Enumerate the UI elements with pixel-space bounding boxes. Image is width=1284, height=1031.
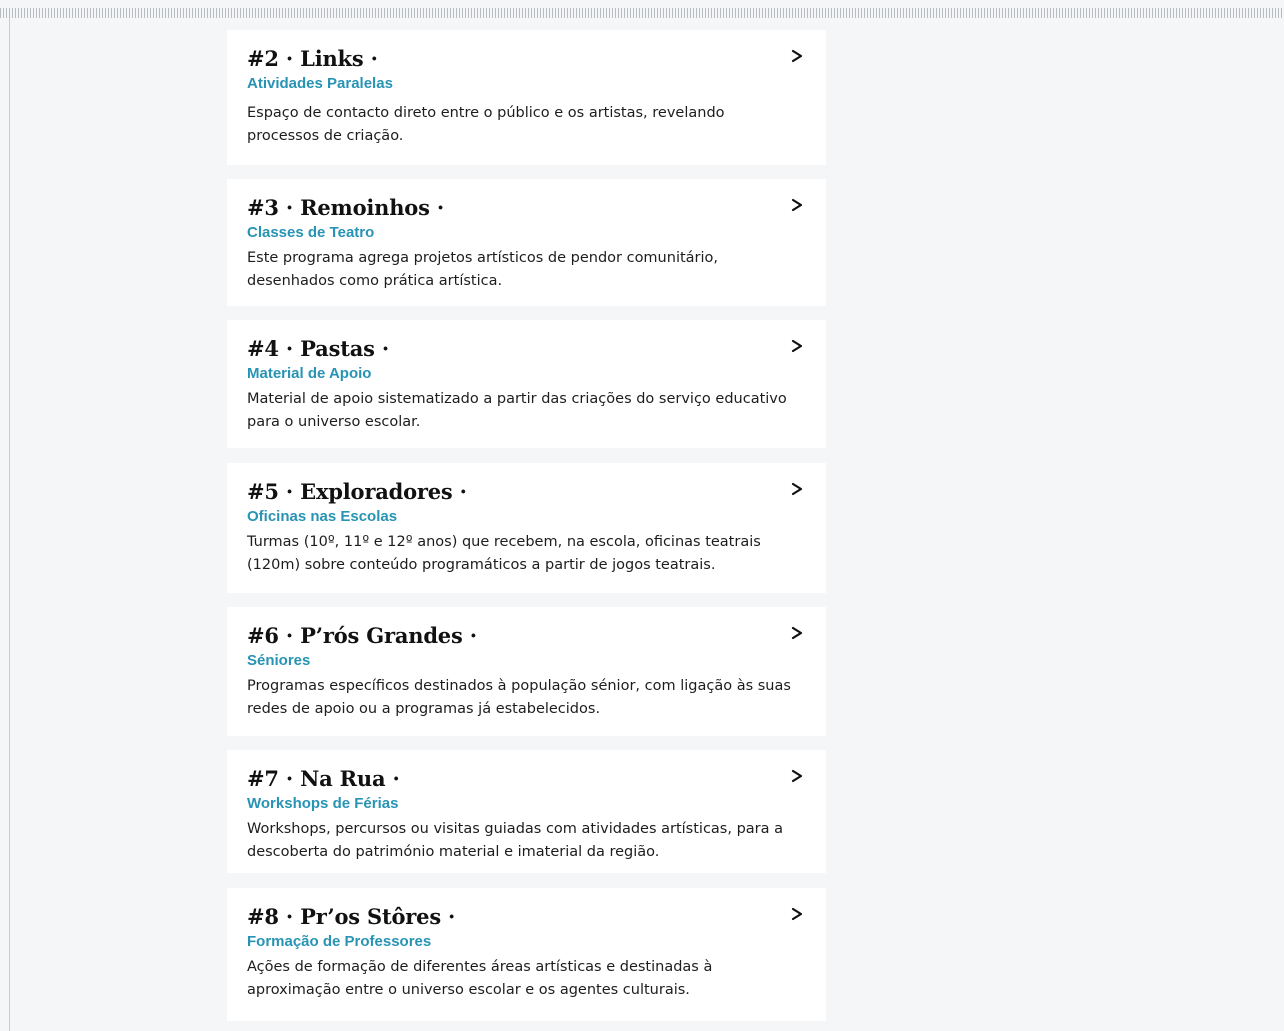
- program-card-list: #2 · Links · Atividades Paralelas Espaço…: [227, 0, 826, 1031]
- card-description: Turmas (10º, 11º e 12º anos) que recebem…: [247, 534, 761, 573]
- card-subtitle: Workshops de Férias: [247, 795, 399, 812]
- card-subtitle: Séniores: [247, 652, 311, 669]
- program-card-remoinhos[interactable]: #3 · Remoinhos · Classes de Teatro Este …: [227, 179, 826, 306]
- chevron-right-icon[interactable]: [790, 625, 804, 641]
- card-title: #6 · P’rós Grandes ·: [247, 623, 477, 648]
- program-card-links[interactable]: #2 · Links · Atividades Paralelas Espaço…: [227, 30, 826, 165]
- card-title: #7 · Na Rua ·: [247, 766, 400, 791]
- card-title: #2 · Links ·: [247, 46, 378, 71]
- program-card-na-rua[interactable]: #7 · Na Rua · Workshops de Férias Worksh…: [227, 750, 826, 873]
- card-description: Ações de formação de diferentes áreas ar…: [247, 959, 713, 998]
- card-description: Programas específicos destinados à popul…: [247, 678, 791, 717]
- card-subtitle: Oficinas nas Escolas: [247, 508, 398, 525]
- card-description: Espaço de contacto direto entre o públic…: [247, 105, 725, 144]
- card-title: #3 · Remoinhos ·: [247, 195, 444, 220]
- program-card-exploradores[interactable]: #5 · Exploradores · Oficinas nas Escolas…: [227, 463, 826, 593]
- card-subtitle: Classes de Teatro: [247, 224, 375, 241]
- program-card-pros-grandes[interactable]: #6 · P’rós Grandes · Séniores Programas …: [227, 607, 826, 736]
- chevron-right-icon[interactable]: [790, 906, 804, 922]
- left-divider: [9, 18, 10, 1031]
- chevron-right-icon[interactable]: [790, 481, 804, 497]
- chevron-right-icon[interactable]: [790, 338, 804, 354]
- card-title: #4 · Pastas ·: [247, 336, 389, 361]
- card-description: Workshops, percursos ou visitas guiadas …: [247, 821, 784, 860]
- program-card-pros-stores[interactable]: #8 · Pr’os Stôres · Formação de Professo…: [227, 888, 826, 1021]
- card-subtitle: Atividades Paralelas: [247, 75, 393, 92]
- program-card-pastas[interactable]: #4 · Pastas · Material de Apoio Material…: [227, 320, 826, 448]
- card-subtitle: Formação de Professores: [247, 933, 432, 950]
- card-subtitle: Material de Apoio: [247, 365, 372, 382]
- card-title: #5 · Exploradores ·: [247, 479, 467, 504]
- card-description: Material de apoio sistematizado a partir…: [247, 391, 787, 430]
- chevron-right-icon[interactable]: [790, 197, 804, 213]
- card-description: Este programa agrega projetos artísticos…: [247, 250, 719, 289]
- chevron-right-icon[interactable]: [790, 768, 804, 784]
- chevron-right-icon[interactable]: [790, 48, 804, 64]
- card-title: #8 · Pr’os Stôres ·: [247, 904, 456, 929]
